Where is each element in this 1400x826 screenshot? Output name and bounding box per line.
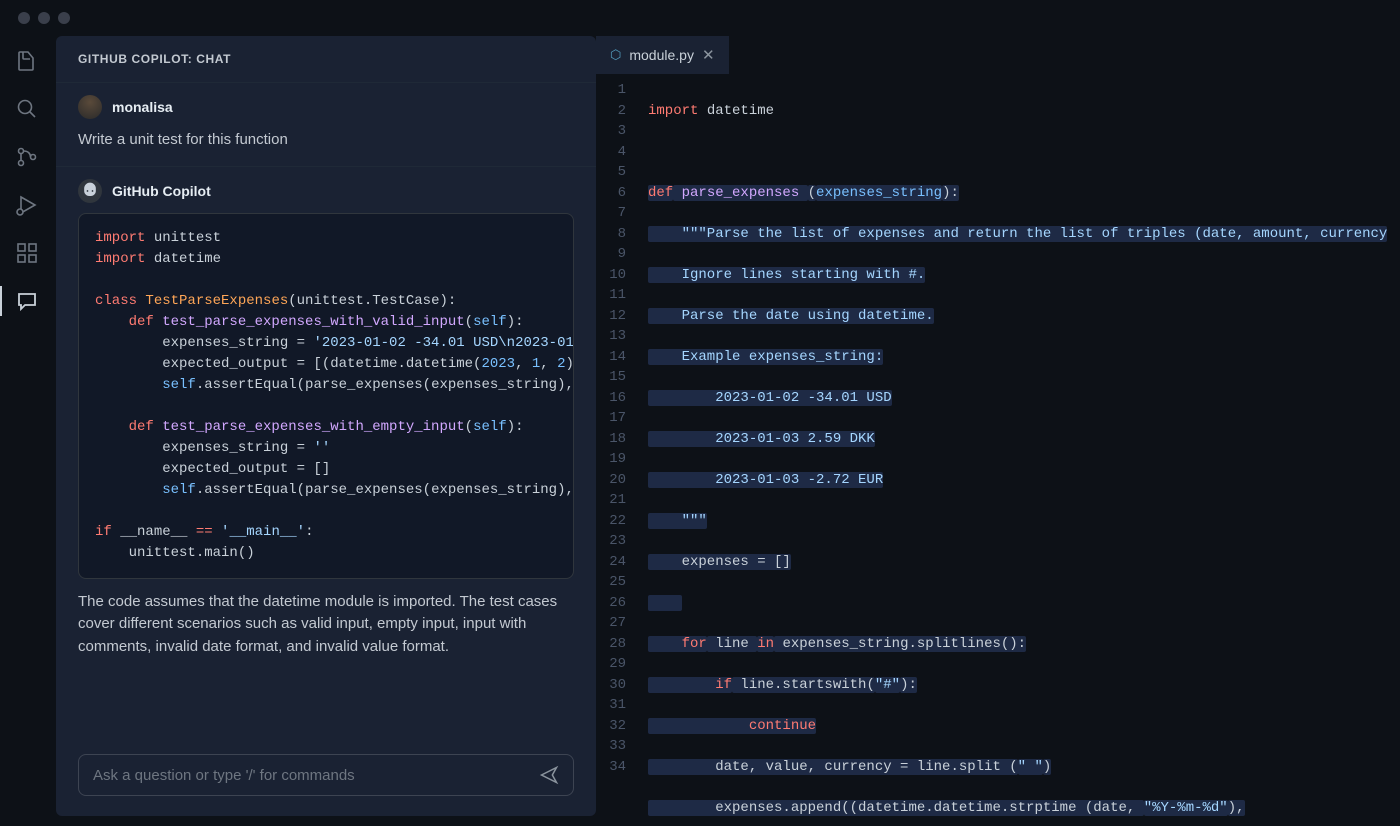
title-bar <box>0 0 1400 36</box>
chat-icon[interactable] <box>14 288 40 314</box>
chat-input[interactable] <box>78 754 574 796</box>
source-control-icon[interactable] <box>14 144 40 170</box>
tab-label: module.py <box>629 47 694 63</box>
user-name: monalisa <box>112 99 173 115</box>
code-content[interactable]: import datetime def parse_expenses (expe… <box>648 80 1400 826</box>
avatar <box>78 95 102 119</box>
window-close-icon[interactable] <box>18 12 30 24</box>
copilot-explanation: The code assumes that the datetime modul… <box>78 591 574 659</box>
python-file-icon: ⬡ <box>610 47 621 63</box>
tab-module-py[interactable]: ⬡ module.py ✕ <box>596 36 730 74</box>
chat-input-field[interactable] <box>93 767 539 784</box>
editor-area: ⬡ module.py ✕ 12345678910111213141516171… <box>596 36 1400 826</box>
chat-header: GITHUB COPILOT: CHAT <box>56 36 596 83</box>
chat-panel: GITHUB COPILOT: CHAT monalisa Write a un… <box>56 36 596 816</box>
user-message: monalisa Write a unit test for this func… <box>56 83 596 167</box>
close-icon[interactable]: ✕ <box>702 46 715 64</box>
copilot-icon <box>78 179 102 203</box>
line-gutter: 1234567891011121314151617181920212223242… <box>596 80 648 826</box>
explorer-icon[interactable] <box>14 48 40 74</box>
send-icon[interactable] <box>539 765 559 785</box>
copilot-code-block[interactable]: import unittest import datetime class Te… <box>78 213 574 579</box>
chat-body: monalisa Write a unit test for this func… <box>56 83 596 742</box>
code-editor[interactable]: 1234567891011121314151617181920212223242… <box>596 74 1400 826</box>
search-icon[interactable] <box>14 96 40 122</box>
activity-bar <box>0 36 54 826</box>
extensions-icon[interactable] <box>14 240 40 266</box>
user-prompt: Write a unit test for this function <box>78 129 574 152</box>
copilot-message: GitHub Copilot import unittest import da… <box>56 167 596 673</box>
run-debug-icon[interactable] <box>14 192 40 218</box>
tab-bar: ⬡ module.py ✕ <box>596 36 1400 74</box>
window-maximize-icon[interactable] <box>58 12 70 24</box>
window-minimize-icon[interactable] <box>38 12 50 24</box>
copilot-name: GitHub Copilot <box>112 183 211 199</box>
